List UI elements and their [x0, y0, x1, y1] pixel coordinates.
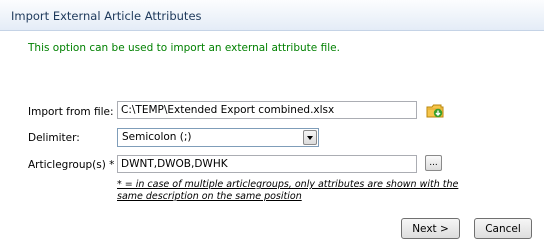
chevron-down-icon [307, 136, 313, 140]
articlegroups-label: Articlegroup(s) * : [28, 159, 122, 171]
delimiter-label: Delimiter: [28, 132, 80, 144]
dialog-title: Import External Article Attributes [11, 9, 202, 23]
next-button[interactable]: Next > [401, 218, 460, 239]
info-text: This option can be used to import an ext… [28, 42, 340, 54]
delimiter-select[interactable]: Semicolon (;) [117, 128, 319, 147]
cancel-button[interactable]: Cancel [474, 218, 532, 239]
articlegroups-note: * = in case of multiple articlegroups, o… [117, 179, 459, 202]
dropdown-button[interactable] [303, 130, 317, 145]
delimiter-selected-value: Semicolon (;) [122, 131, 192, 143]
dialog-header: Import External Article Attributes [0, 0, 544, 31]
open-folder-icon[interactable] [425, 101, 445, 121]
articlegroups-input[interactable] [117, 155, 417, 173]
import-file-input[interactable] [117, 101, 417, 119]
articlegroups-browse-button[interactable]: ... [425, 155, 442, 171]
import-from-file-label: Import from file: [28, 106, 114, 118]
